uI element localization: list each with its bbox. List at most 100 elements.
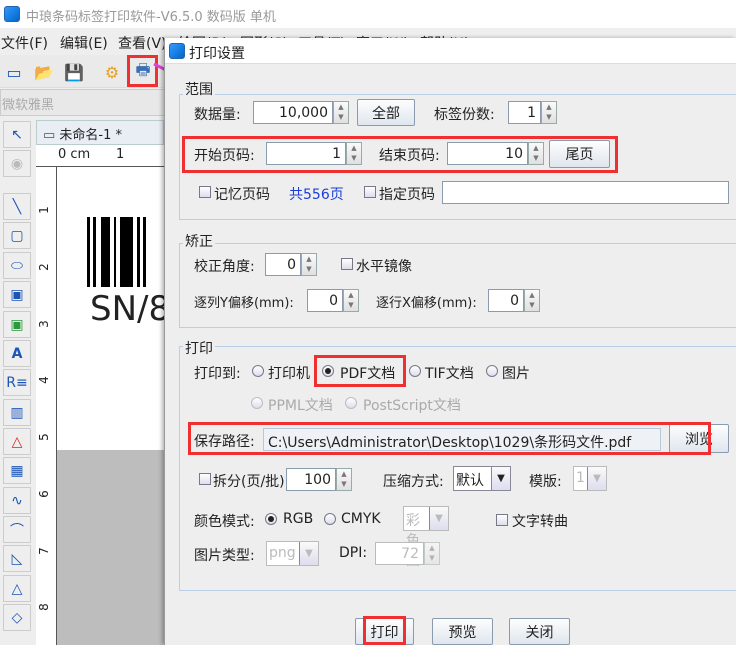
specify-page-label: 指定页码 [379, 187, 435, 203]
postscript-radio[interactable] [345, 397, 357, 409]
settings-gear-icon[interactable]: ⚙ [100, 60, 124, 84]
arc-tool-icon[interactable]: ⌒ [3, 516, 31, 543]
select-tool-icon[interactable]: ↖ [3, 121, 31, 148]
rotate-tool-icon[interactable]: ◉ [3, 150, 31, 177]
angle-label: 校正角度: [194, 259, 255, 275]
diamond-tool-icon[interactable]: ◇ [3, 604, 31, 631]
image-type-select[interactable]: png ▼ [266, 541, 319, 566]
menu-view[interactable]: 查看(V) [118, 33, 167, 53]
compress-label: 压缩方式: [383, 474, 444, 490]
text-curve-checkbox[interactable] [496, 514, 508, 526]
image-radio[interactable] [486, 365, 498, 377]
menu-file[interactable]: 文件(F) [1, 33, 48, 53]
dpi-spinner[interactable]: ▲ ▼ [424, 542, 440, 565]
specify-page-input[interactable] [442, 181, 729, 204]
ppml-radio[interactable] [251, 397, 263, 409]
template-select[interactable]: 1 ▼ [573, 466, 607, 491]
dialog-title: 打印设置 [189, 46, 245, 62]
save-icon[interactable]: 💾 [62, 60, 86, 84]
tif-radio[interactable] [409, 365, 421, 377]
polygon-tool-icon[interactable]: ◺ [3, 545, 31, 572]
split-input[interactable]: 100 [286, 468, 336, 491]
rich-text-tool-icon[interactable]: R≡ [3, 369, 31, 396]
open-folder-icon[interactable]: 📂 [32, 60, 56, 84]
curve-tool-icon[interactable]: ∿ [3, 487, 31, 514]
printer-label: 打印机 [268, 366, 310, 382]
ruler-tick: 4 [36, 376, 51, 384]
split-checkbox[interactable] [199, 473, 211, 485]
ruler-unit: 0 cm [58, 147, 91, 162]
color-mode-label: 颜色模式: [194, 514, 255, 530]
correction-group [179, 243, 736, 328]
barcode-image[interactable] [87, 217, 167, 287]
picture-tool-icon[interactable]: ▣ [3, 311, 31, 338]
template-value: 1 [574, 467, 588, 490]
save-path-highlight [188, 422, 711, 455]
image-tool-icon[interactable]: ▣ [3, 281, 31, 308]
angle-input[interactable]: 0 [265, 253, 301, 276]
copies-spinner[interactable]: ▲ ▼ [541, 101, 557, 124]
all-button[interactable]: 全部 [357, 99, 415, 126]
col-y-offset-label: 逐列Y偏移(mm): [194, 296, 294, 311]
row-x-offset-input[interactable]: 0 [488, 289, 524, 312]
print-settings-dialog: 打印设置 范围 数据量: 10,000 ▲ ▼ 全部 标签份数: 1 ▲ ▼ 开始页… [164, 38, 736, 645]
remember-page-checkbox[interactable] [199, 186, 211, 198]
correction-group-label: 矫正 [183, 231, 215, 251]
document-tab[interactable]: ▭ 未命名-1 * [36, 120, 164, 145]
barcode-text: SN/8 [90, 289, 171, 329]
data-count-spinner[interactable]: ▲ ▼ [333, 101, 349, 124]
new-icon[interactable]: ▭ [2, 60, 26, 84]
dropdown-arrow-icon: ▼ [588, 467, 606, 490]
ruler-tick: 8 [36, 603, 51, 611]
cmyk-label: CMYK [341, 511, 381, 527]
ruler-left: 1 2 3 4 5 6 7 8 [36, 167, 57, 645]
ruler-tick: 1 [36, 206, 51, 214]
image-type-value: png [267, 542, 300, 565]
qrcode-tool-icon[interactable]: ▦ [3, 457, 31, 484]
font-name-select[interactable]: 微软雅黑 [0, 89, 170, 116]
dialog-logo-icon [169, 43, 185, 59]
line-tool-icon[interactable]: ╲ [3, 193, 31, 220]
copies-label: 标签份数: [434, 107, 495, 123]
split-label: 拆分(页/批): [213, 474, 290, 490]
angle-spinner[interactable]: ▲ ▼ [301, 253, 317, 276]
image-label: 图片 [502, 366, 530, 382]
postscript-label: PostScript文档 [363, 398, 461, 414]
shape-tool-icon[interactable]: △ [3, 428, 31, 455]
mirror-label: 水平镜像 [356, 259, 412, 275]
compress-value: 默认 [454, 467, 492, 490]
print-to-label: 打印到: [194, 366, 241, 382]
print-group-label: 打印 [183, 338, 215, 358]
rectangle-tool-icon[interactable]: ▢ [3, 222, 31, 249]
menu-edit[interactable]: 编辑(E) [60, 33, 108, 53]
color-map-select[interactable]: 彩色图▼ [403, 506, 449, 569]
copies-input[interactable]: 1 [508, 101, 541, 124]
ruler-tick: 6 [36, 490, 51, 498]
app-logo-icon [4, 6, 20, 22]
print-button-highlight [363, 616, 406, 645]
mirror-checkbox[interactable] [341, 258, 353, 270]
data-count-label: 数据量: [194, 107, 241, 123]
dpi-input[interactable]: 72 [375, 542, 424, 565]
cmyk-radio[interactable] [324, 513, 336, 525]
printer-radio[interactable] [252, 365, 264, 377]
dropdown-arrow-icon: ▼ [300, 542, 318, 565]
compress-select[interactable]: 默认 ▼ [453, 466, 511, 491]
barcode-tool-icon[interactable]: ▥ [3, 399, 31, 426]
specify-page-checkbox[interactable] [364, 186, 376, 198]
label-canvas[interactable]: SN/8 [57, 167, 170, 450]
data-count-input[interactable]: 10,000 [253, 101, 333, 124]
page-range-highlight [182, 136, 618, 173]
triangle-tool-icon[interactable]: △ [3, 575, 31, 602]
ellipse-tool-icon[interactable]: ⬭ [3, 252, 31, 279]
close-button[interactable]: 关闭 [509, 618, 570, 645]
text-tool-icon[interactable]: A [3, 340, 31, 367]
rgb-radio[interactable] [265, 513, 277, 525]
dpi-label: DPI: [339, 545, 368, 561]
row-x-offset-spinner[interactable]: ▲ ▼ [524, 289, 540, 312]
col-y-offset-spinner[interactable]: ▲ ▼ [343, 289, 359, 312]
col-y-offset-input[interactable]: 0 [307, 289, 343, 312]
preview-button[interactable]: 预览 [432, 618, 493, 645]
split-spinner[interactable]: ▲ ▼ [336, 468, 352, 491]
total-pages-text: 共556页 [289, 187, 344, 203]
